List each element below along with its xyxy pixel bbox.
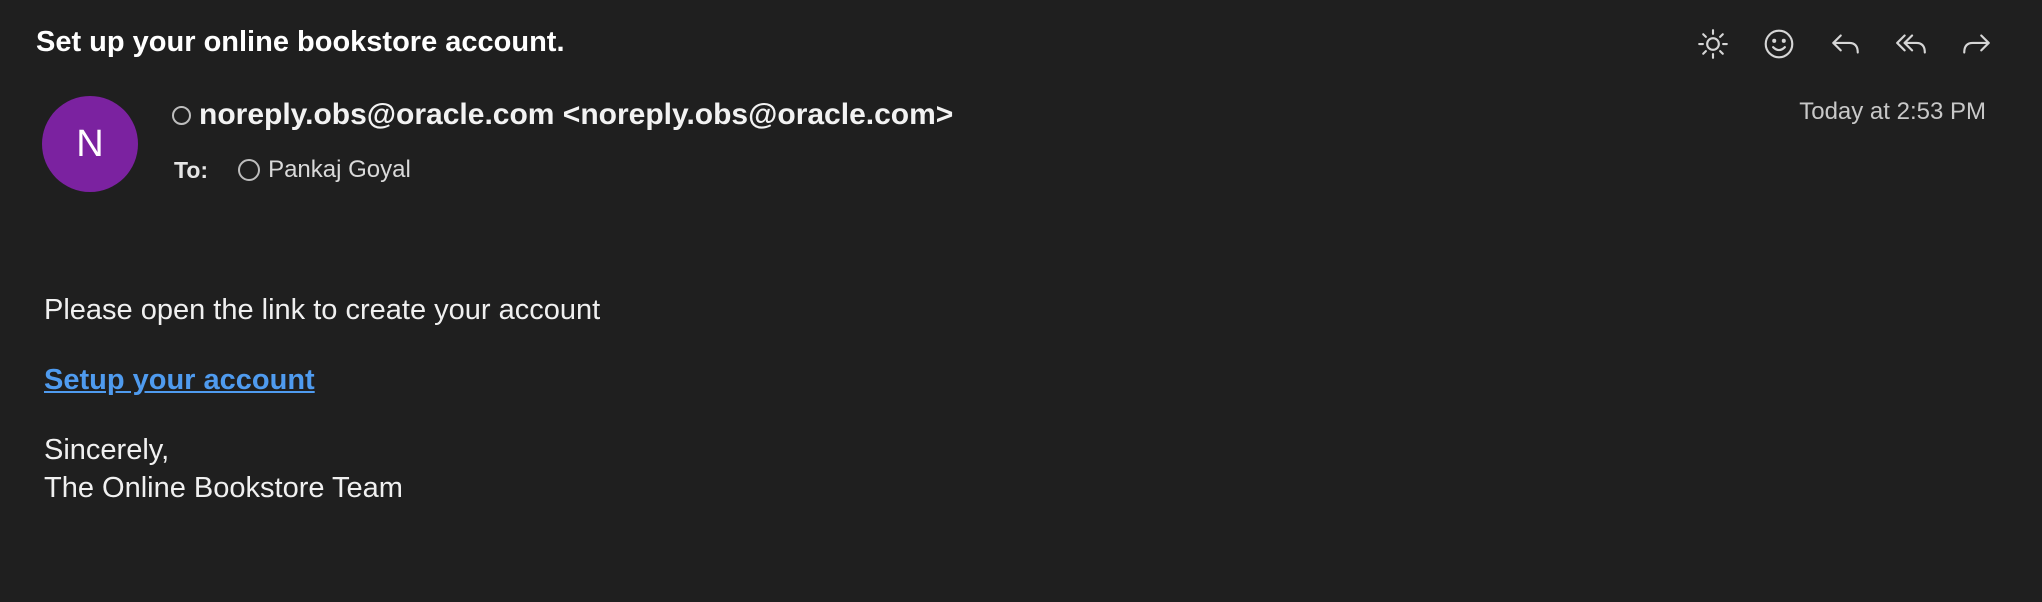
- body-instruction: Please open the link to create your acco…: [44, 294, 601, 326]
- signature-text: The Online Bookstore Team: [44, 472, 403, 504]
- sender-row: noreply.obs@oracle.com <noreply.obs@orac…: [172, 98, 953, 132]
- brightness-button[interactable]: [1694, 22, 1732, 66]
- forward-button[interactable]: [1958, 22, 1996, 66]
- recipient-name[interactable]: Pankaj Goyal: [268, 156, 411, 184]
- email-subject: Set up your online bookstore account.: [36, 26, 565, 58]
- emoji-reaction-icon: [1764, 29, 1794, 59]
- reaction-button[interactable]: [1760, 22, 1798, 66]
- reply-button[interactable]: [1826, 22, 1864, 66]
- recipient-status-icon: [238, 159, 261, 181]
- signoff-text: Sincerely,: [44, 434, 170, 466]
- setup-account-link[interactable]: Setup your account: [44, 364, 315, 397]
- message-toolbar: [1694, 22, 1996, 66]
- forward-icon: [1963, 34, 1990, 54]
- sender-address[interactable]: noreply.obs@oracle.com <noreply.obs@orac…: [199, 98, 953, 132]
- reply-all-icon: [1896, 34, 1926, 54]
- message-timestamp: Today at 2:53 PM: [1799, 98, 1986, 125]
- reply-all-button[interactable]: [1892, 22, 1930, 66]
- reply-icon: [1832, 34, 1859, 54]
- sender-status-icon: [172, 105, 191, 125]
- avatar-initial: N: [76, 122, 104, 165]
- to-label: To:: [174, 156, 209, 183]
- sender-avatar[interactable]: N: [42, 96, 138, 192]
- brightness-icon: [1698, 29, 1728, 59]
- recipient-row: To: Pankaj Goyal: [174, 156, 411, 184]
